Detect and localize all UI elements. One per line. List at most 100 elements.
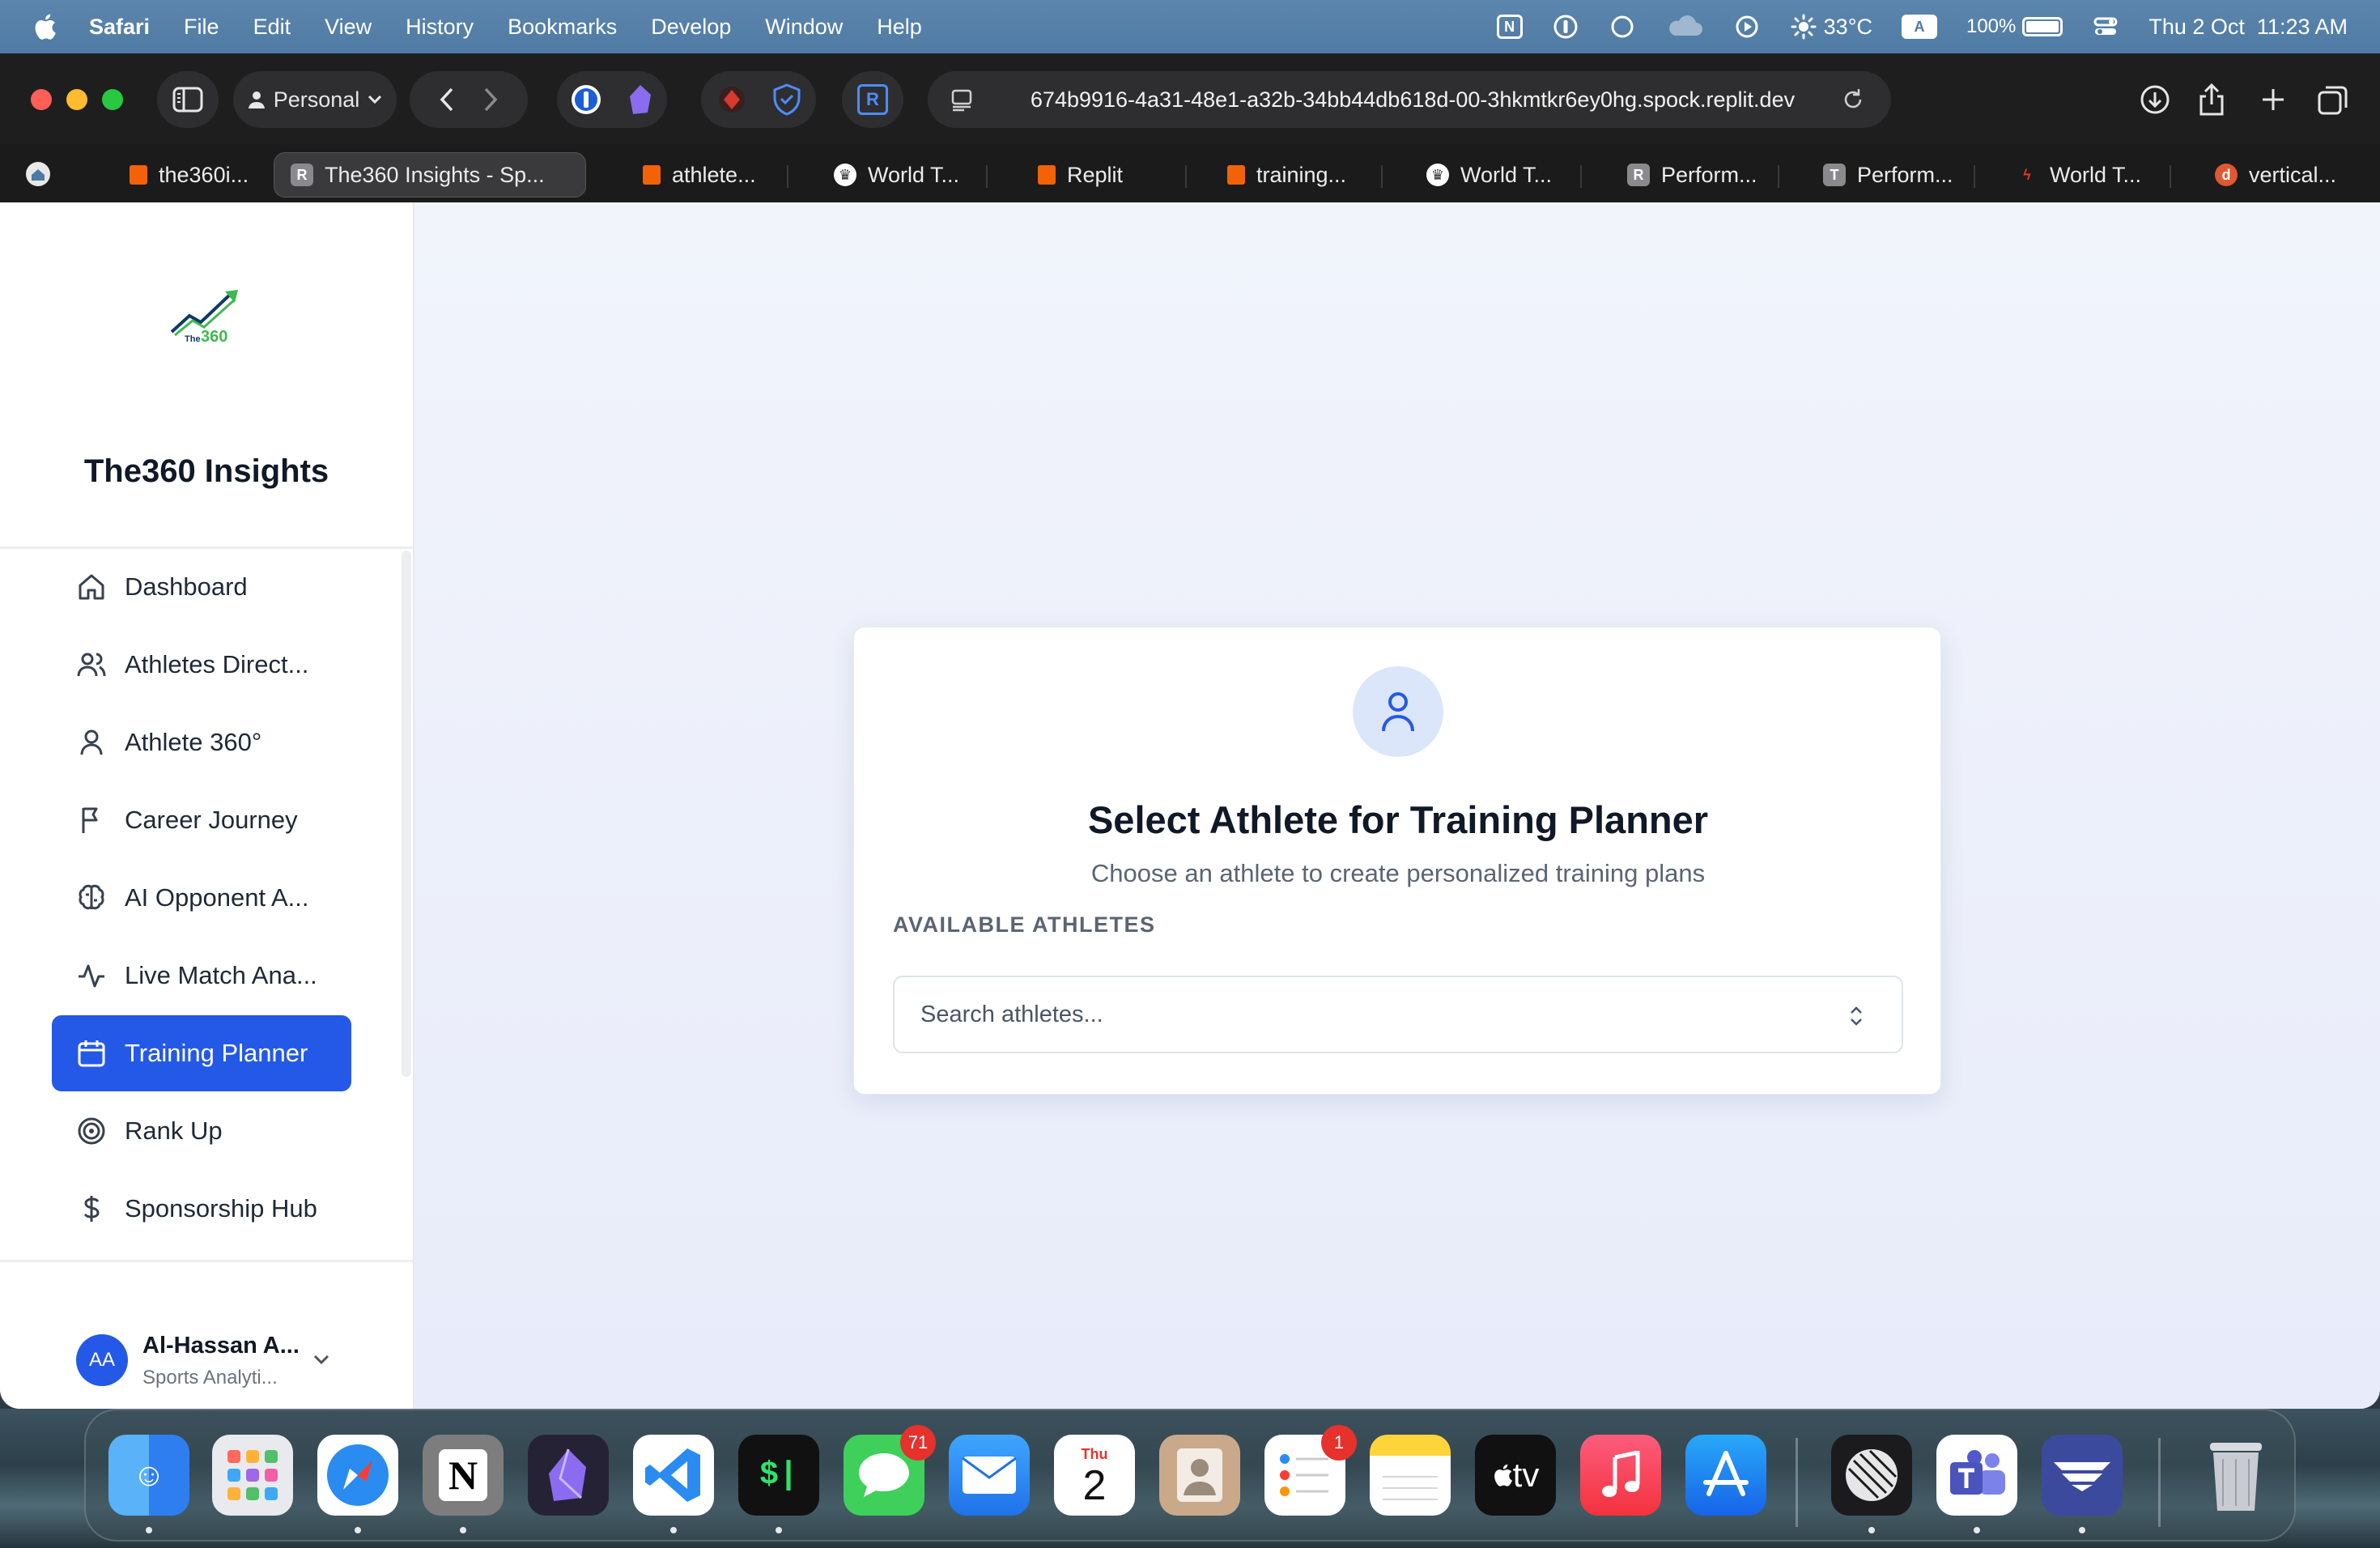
obsidian-icon[interactable]	[528, 1435, 609, 1516]
sidebar-item-training-planner[interactable]: Training Planner	[52, 1015, 351, 1091]
browser-window: Personal R 674b9916-4a31-48e1-a32b-34bb4…	[0, 53, 2380, 1409]
control-center-icon[interactable]	[2092, 13, 2119, 40]
tab-replit[interactable]: Replit	[1022, 152, 1159, 198]
menu-history[interactable]: History	[406, 15, 474, 40]
sidebar-item-label: Training Planner	[125, 1039, 308, 1067]
sidebar-item-dashboard[interactable]: Dashboard	[52, 549, 351, 625]
sidebar-item-label: AI Opponent A...	[125, 883, 309, 912]
notion-status-icon[interactable]: N	[1496, 15, 1523, 39]
sidebar-scrollbar[interactable]	[402, 551, 411, 1077]
notion-icon[interactable]: N	[423, 1435, 504, 1516]
tab-athlete[interactable]: athlete...	[627, 152, 788, 198]
menu-help[interactable]: Help	[877, 15, 922, 40]
page-menu-icon[interactable]	[950, 87, 975, 112]
menu-develop[interactable]: Develop	[651, 15, 731, 40]
wings-app-icon[interactable]	[2042, 1435, 2123, 1516]
tab-world-t-1[interactable]: ♛ World T...	[818, 152, 988, 198]
shield-extension-icon[interactable]	[772, 83, 801, 116]
tab-perform-2[interactable]: T Perform...	[1807, 152, 1977, 198]
r-icon: R	[291, 164, 313, 186]
profile-button[interactable]: Personal	[233, 71, 397, 128]
back-button[interactable]	[439, 87, 455, 113]
athlete-search-combobox[interactable]: Search athletes...	[893, 976, 1903, 1053]
sidebar-toggle-button[interactable]	[157, 71, 219, 128]
safari-icon[interactable]	[317, 1435, 398, 1516]
sidebar-item-live-match[interactable]: Live Match Ana...	[52, 938, 351, 1014]
battery-icon[interactable]	[2022, 17, 2063, 36]
close-window-button[interactable]	[31, 89, 52, 110]
teams-icon[interactable]	[1936, 1435, 2017, 1516]
checklist-icon	[1280, 1454, 1328, 1496]
app-sidebar: The 360 The360 Insights Dashboard Athlet…	[0, 202, 414, 1409]
minimize-window-button[interactable]	[66, 89, 87, 110]
running-indicator	[355, 1527, 361, 1533]
tab-world-t-2[interactable]: ♛ World T...	[1410, 152, 1580, 198]
finder-icon[interactable]: ☺	[108, 1435, 189, 1516]
bug-extension-icon[interactable]	[716, 83, 748, 116]
share-button[interactable]	[2192, 71, 2231, 128]
linear-icon[interactable]	[1831, 1435, 1912, 1516]
tab-the360i[interactable]: the360i...	[113, 152, 267, 198]
reload-icon[interactable]	[1841, 87, 1865, 112]
url-text[interactable]: 674b9916-4a31-48e1-a32b-34bb44db618d-00-…	[1015, 87, 1810, 113]
tabs-overview-icon	[2318, 86, 2348, 115]
tab-world-t-3[interactable]: ϟ World T...	[2000, 152, 2170, 198]
share-icon	[2199, 83, 2224, 116]
tab-vertical[interactable]: d vertical...	[2199, 152, 2369, 198]
menu-bookmarks[interactable]: Bookmarks	[508, 15, 617, 40]
weather-temperature[interactable]: 33°C	[1824, 15, 1872, 40]
input-source-indicator[interactable]: A	[1901, 15, 1937, 39]
music-icon[interactable]	[1580, 1435, 1661, 1516]
running-indicator	[460, 1527, 466, 1533]
sidebar-item-athletes-directory[interactable]: Athletes Direct...	[52, 627, 351, 703]
tab-the360-insights[interactable]: R The360 Insights - Sp...	[274, 152, 586, 198]
mail-icon[interactable]	[949, 1435, 1030, 1516]
contacts-icon[interactable]	[1159, 1435, 1240, 1516]
readwise-extension-button[interactable]: R	[842, 71, 903, 128]
trash-icon[interactable]	[2195, 1435, 2276, 1516]
chevron-down-icon[interactable]	[308, 1346, 335, 1373]
brand-title: The360 Insights	[83, 453, 329, 489]
tab-overview-button[interactable]	[2314, 71, 2352, 128]
notes-icon[interactable]	[1370, 1435, 1451, 1516]
address-bar[interactable]: 674b9916-4a31-48e1-a32b-34bb44db618d-00-…	[928, 71, 1891, 128]
terminal-icon[interactable]: $|	[738, 1435, 819, 1516]
sidebar-item-athlete-360[interactable]: Athlete 360°	[52, 704, 351, 780]
menu-view[interactable]: View	[325, 15, 372, 40]
tab-label: athlete...	[672, 162, 756, 187]
tab-perform-1[interactable]: R Perform...	[1611, 152, 1781, 198]
tab-group-icon[interactable]	[24, 160, 52, 188]
download-icon	[2140, 85, 2170, 114]
play-circle-icon[interactable]	[1733, 13, 1761, 40]
circle-status-icon[interactable]	[1609, 13, 1636, 40]
tab-training[interactable]: training...	[1211, 152, 1381, 198]
replit-icon	[130, 165, 147, 185]
crown-icon: ♛	[834, 164, 856, 186]
menu-app-name[interactable]: Safari	[89, 15, 150, 40]
launchpad-icon[interactable]	[212, 1435, 293, 1516]
calendar-icon[interactable]: Thu 2	[1054, 1435, 1135, 1516]
menubar-clock[interactable]: Thu 2 Oct 11:23 AM	[2148, 15, 2348, 40]
apple-icon[interactable]	[32, 13, 57, 40]
sidebar-item-sponsorship-hub[interactable]: Sponsorship Hub	[52, 1171, 351, 1247]
sidebar-item-career-journey[interactable]: Career Journey	[52, 782, 351, 858]
menu-file[interactable]: File	[184, 15, 219, 40]
download-button[interactable]	[2136, 71, 2174, 128]
avatar[interactable]: AA	[76, 1334, 128, 1386]
new-tab-button[interactable]	[2255, 71, 2291, 128]
tab-separator	[1185, 165, 1187, 188]
vscode-icon[interactable]	[633, 1435, 714, 1516]
sidebar-icon	[172, 87, 203, 113]
cloud-icon[interactable]	[1665, 13, 1704, 40]
app-store-icon[interactable]	[1685, 1435, 1766, 1516]
menu-window[interactable]: Window	[765, 15, 843, 40]
sidebar-item-rank-up[interactable]: Rank Up	[52, 1093, 351, 1169]
sidebar-item-ai-opponent[interactable]: AI Opponent A...	[52, 860, 351, 936]
zoom-window-button[interactable]	[102, 89, 123, 110]
apple-tv-icon[interactable]: tv	[1475, 1435, 1556, 1516]
onepassword-extension-icon[interactable]	[570, 83, 602, 116]
forward-button[interactable]	[482, 87, 499, 113]
obsidian-extension-icon[interactable]	[627, 83, 654, 116]
menu-edit[interactable]: Edit	[253, 15, 291, 40]
password-manager-icon[interactable]	[1552, 13, 1579, 40]
